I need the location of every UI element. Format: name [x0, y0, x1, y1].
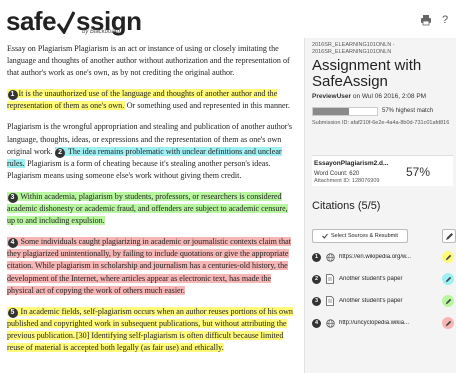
paragraph-5: 4 Some individuals caught plagiarizing i… [7, 236, 293, 296]
app-header: safe ssign by Blackboard ? [0, 0, 456, 38]
submission-info: PreviewUser on Wul 06 2016, 2:08 PM [312, 93, 426, 100]
globe-icon [325, 252, 335, 262]
citation-label: Another student's paper [339, 276, 403, 282]
citation-item[interactable]: 2 Another student's paper [312, 272, 454, 286]
citation-label: http://uncyclopedia.wikia... [339, 320, 410, 326]
match-progress-fill [313, 108, 350, 115]
logo-checkmark-icon [57, 11, 76, 34]
select-sources-resubmit-button[interactable]: Select Sources & Resubmit [312, 229, 408, 243]
highlighter-icon[interactable] [442, 273, 454, 285]
print-icon[interactable] [418, 12, 434, 28]
citation-number: 2 [312, 274, 321, 284]
safeassign-logo: safe ssign [6, 4, 142, 36]
user-name: PreviewUser [312, 93, 352, 100]
logo-text-left: safe [6, 6, 57, 36]
file-card[interactable]: EssayonPlagiarism2.d... Word Count: 620 … [312, 155, 453, 186]
citation-number: 1 [312, 252, 321, 262]
match-number-badge: 4 [7, 238, 18, 249]
highlighter-icon[interactable] [442, 317, 454, 329]
match-progress-bar [312, 107, 378, 116]
paragraph-1: Essay on Plagiarism Plagiarism is an act… [7, 44, 290, 78]
highlighter-icon[interactable] [442, 251, 454, 263]
paragraph-2: 1 It is the unauthorized use of the langu… [7, 89, 290, 111]
doc-icon [325, 274, 335, 284]
file-name: EssayonPlagiarism2.d... [314, 160, 389, 167]
check-icon [322, 233, 328, 239]
highlighter-icon[interactable] [442, 295, 454, 307]
match-number-badge: 2 [55, 147, 66, 158]
byline: by Blackboard [82, 29, 121, 35]
match-number-badge: 3 [7, 192, 18, 203]
citation-item[interactable]: 4 http://uncyclopedia.wikia... [312, 316, 454, 330]
globe-icon [325, 318, 335, 328]
citation-number: 3 [312, 296, 321, 306]
attachment-id: Attachment ID: 128076909 [314, 178, 380, 184]
paragraph-6: 5 In academic fields, self-plagiarism oc… [7, 306, 293, 354]
submission-id: Submission ID: afaf210f-6e2e-4a4a-8b0d-7… [312, 120, 450, 126]
report-sidebar: 2016SR_ELEARNING101ONLN - 2016SR_ELEARNI… [304, 38, 456, 373]
citation-item[interactable]: 1 https://en.wikipedia.org/w... [312, 250, 454, 264]
pen-icon [445, 232, 453, 240]
match-number-badge: 1 [7, 90, 18, 101]
highest-match-label: 57% highest match [382, 108, 434, 114]
citation-item[interactable]: 3 Another student's paper [312, 294, 454, 308]
course-id: 2016SR_ELEARNING101ONLN - 2016SR_ELEARNI… [312, 42, 395, 55]
citations-heading: Citations (5/5) [312, 200, 381, 212]
highlight-toggle-button[interactable] [442, 229, 456, 243]
paragraph-4: 3 Within academia, plagiarism by student… [7, 191, 293, 227]
word-count: Word Count: 620 [314, 171, 360, 177]
assignment-title: Assignment with SafeAssign [312, 57, 422, 90]
paragraph-3: Plagiarism is the wrongful appropriation… [7, 122, 293, 180]
doc-icon [325, 296, 335, 306]
match-highlight-3[interactable]: 3 Within academia, plagiarism by student… [7, 191, 288, 226]
file-match-percent: 57% [406, 165, 431, 179]
citation-label: https://en.wikipedia.org/w... [339, 254, 412, 260]
citation-label: Another student's paper [339, 298, 403, 304]
match-number-badge: 5 [7, 307, 18, 318]
submission-document: Essay on Plagiarism Plagiarism is an act… [0, 38, 301, 373]
help-icon[interactable]: ? [437, 12, 453, 28]
submission-date: on Wul 06 2016, 2:08 PM [351, 93, 427, 100]
citation-number: 4 [312, 318, 321, 328]
match-highlight-4[interactable]: 4 Some individuals caught plagiarizing i… [7, 237, 291, 295]
